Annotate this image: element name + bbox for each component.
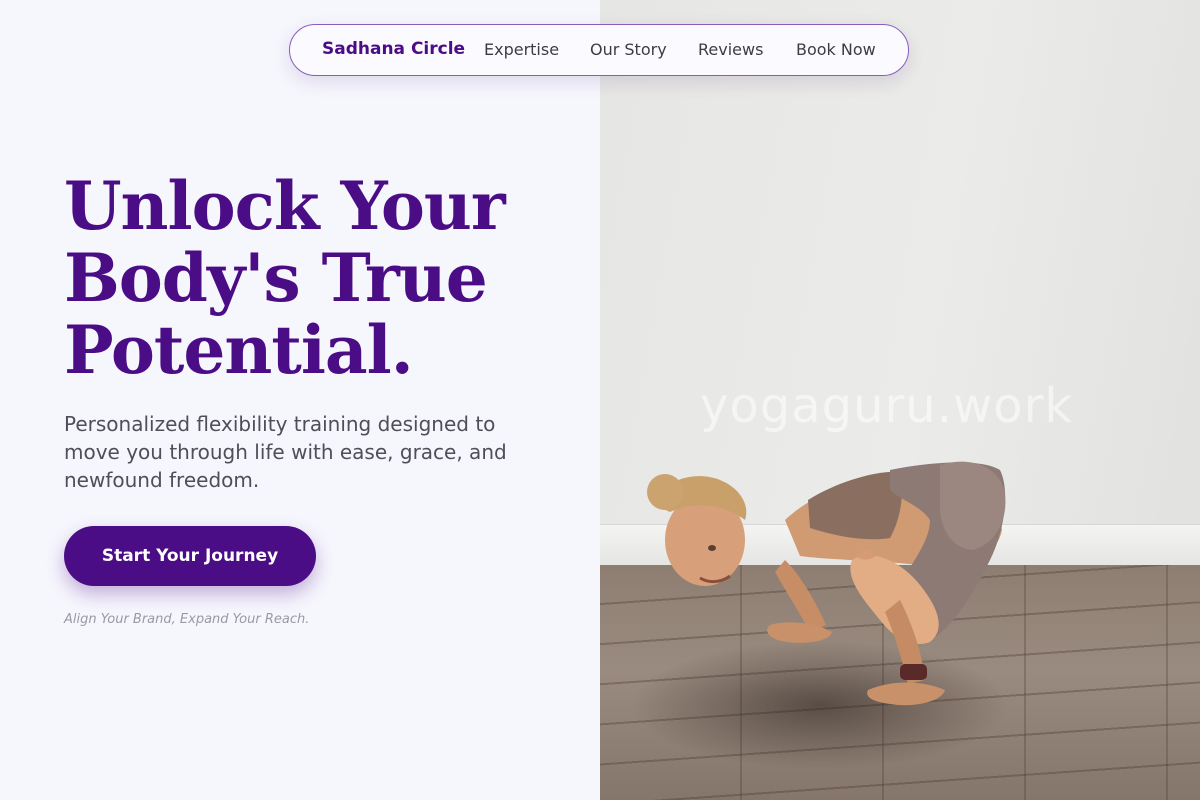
- nav-link-reviews[interactable]: Reviews: [698, 40, 763, 59]
- hero-subtitle: Personalized flexibility training design…: [64, 410, 514, 494]
- nav-link-expertise[interactable]: Expertise: [484, 40, 559, 59]
- hero-headline: Unlock Your Body's True Potential.: [64, 170, 564, 386]
- nav-link-book-now[interactable]: Book Now: [796, 40, 876, 59]
- hero-text-panel: Unlock Your Body's True Potential. Perso…: [0, 0, 600, 800]
- hero-subtitle-line-3: newfound freedom.: [64, 468, 260, 492]
- hero-headline-line-3: Potential.: [64, 311, 414, 389]
- hero-tagline: Align Your Brand, Expand Your Reach.: [64, 612, 310, 627]
- brand-logo[interactable]: Sadhana Circle: [322, 39, 465, 59]
- top-navigation: Sadhana Circle Expertise Our Story Revie…: [289, 24, 909, 76]
- yogi-figure: [647, 461, 1006, 706]
- hero-photo: yogaguru.work: [600, 0, 1200, 800]
- hero-headline-line-1: Unlock Your: [64, 167, 506, 245]
- start-journey-button[interactable]: Start Your Journey: [64, 526, 316, 586]
- hero-headline-line-2: Body's True: [64, 239, 488, 317]
- hero-subtitle-line-1: Personalized flexibility training design…: [64, 412, 496, 436]
- hero-subtitle-line-2: move you through life with ease, grace, …: [64, 440, 507, 464]
- nav-link-our-story[interactable]: Our Story: [590, 40, 667, 59]
